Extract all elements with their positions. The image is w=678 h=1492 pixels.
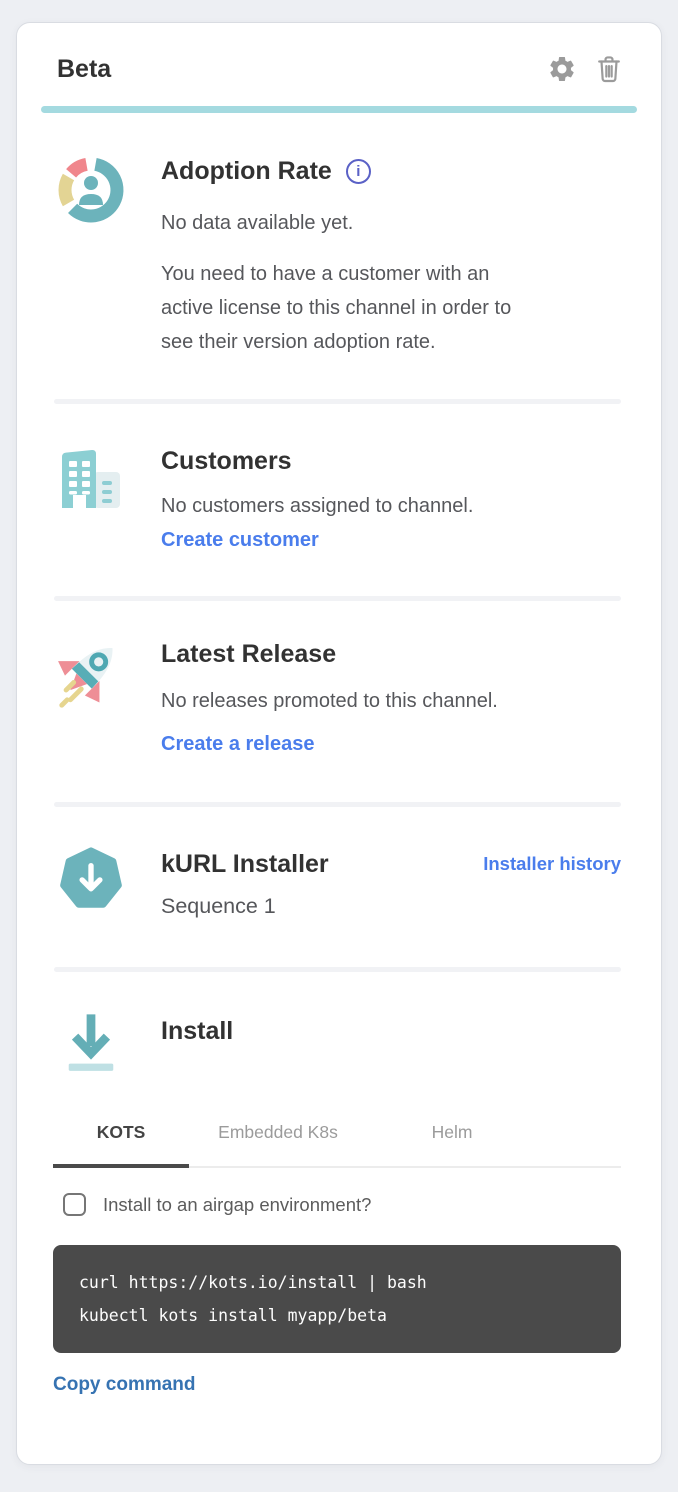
section-divider: [54, 802, 621, 807]
installer-history-link[interactable]: Installer history: [483, 853, 621, 875]
copy-command-link[interactable]: Copy command: [53, 1374, 196, 1396]
adoption-hint-text: You need to have a customer with an acti…: [161, 257, 546, 359]
customers-icon-col: [53, 444, 129, 552]
adoption-icon-col: [53, 154, 129, 359]
delete-button[interactable]: [593, 53, 625, 85]
channel-accent-bar: [41, 106, 637, 113]
release-icon-col: [53, 637, 129, 756]
adoption-rate-title: Adoption Rate: [161, 154, 332, 188]
command-line-1: curl https://kots.io/install | bash: [79, 1273, 427, 1292]
release-empty-text: No releases promoted to this channel.: [161, 687, 621, 715]
airgap-checkbox[interactable]: [63, 1193, 86, 1216]
install-title: Install: [161, 1014, 621, 1048]
customers-empty-text: No customers assigned to channel.: [161, 492, 621, 520]
kurl-heptagon-download-icon: [59, 847, 123, 911]
section-divider: [54, 399, 621, 404]
channel-title: Beta: [57, 55, 111, 84]
rocket-icon: [52, 637, 130, 715]
adoption-donut-chart-icon: [55, 154, 127, 226]
command-line-2: kubectl kots install myapp/beta: [79, 1306, 387, 1325]
info-icon[interactable]: i: [346, 159, 371, 184]
download-icon: [62, 1008, 120, 1078]
customers-title: Customers: [161, 444, 621, 478]
header-actions: [546, 53, 625, 85]
tab-helm[interactable]: Helm: [367, 1122, 537, 1168]
kurl-installer-section: kURL Installer Installer history Sequenc…: [17, 847, 661, 919]
section-divider: [54, 596, 621, 601]
install-tabs: KOTS Embedded K8s Helm: [53, 1122, 621, 1168]
channel-card: Beta: [16, 22, 662, 1465]
kurl-icon-col: [53, 847, 129, 919]
install-icon-col: [53, 1008, 129, 1078]
install-command-block: curl https://kots.io/install | bash kube…: [53, 1245, 621, 1353]
airgap-label: Install to an airgap environment?: [103, 1194, 371, 1216]
latest-release-section: Latest Release No releases promoted to t…: [17, 637, 661, 756]
customers-section: Customers No customers assigned to chann…: [17, 444, 661, 552]
create-release-link[interactable]: Create a release: [161, 733, 314, 756]
install-section: Install: [17, 1008, 661, 1078]
adoption-rate-section: Adoption Rate i No data available yet. Y…: [17, 154, 661, 359]
installer-sequence: Sequence 1: [161, 894, 621, 919]
kurl-installer-title: kURL Installer: [161, 847, 329, 881]
airgap-row: Install to an airgap environment?: [63, 1193, 621, 1216]
create-customer-link[interactable]: Create customer: [161, 529, 319, 552]
trash-icon: [595, 54, 623, 84]
settings-button[interactable]: [546, 53, 578, 85]
buildings-icon: [54, 444, 128, 520]
tab-kots[interactable]: KOTS: [53, 1122, 189, 1168]
gear-icon: [547, 54, 577, 84]
tab-embedded-k8s[interactable]: Embedded K8s: [189, 1122, 367, 1168]
section-divider: [54, 967, 621, 972]
adoption-empty-text: No data available yet.: [161, 209, 621, 237]
latest-release-title: Latest Release: [161, 637, 621, 671]
card-header: Beta: [17, 23, 661, 85]
